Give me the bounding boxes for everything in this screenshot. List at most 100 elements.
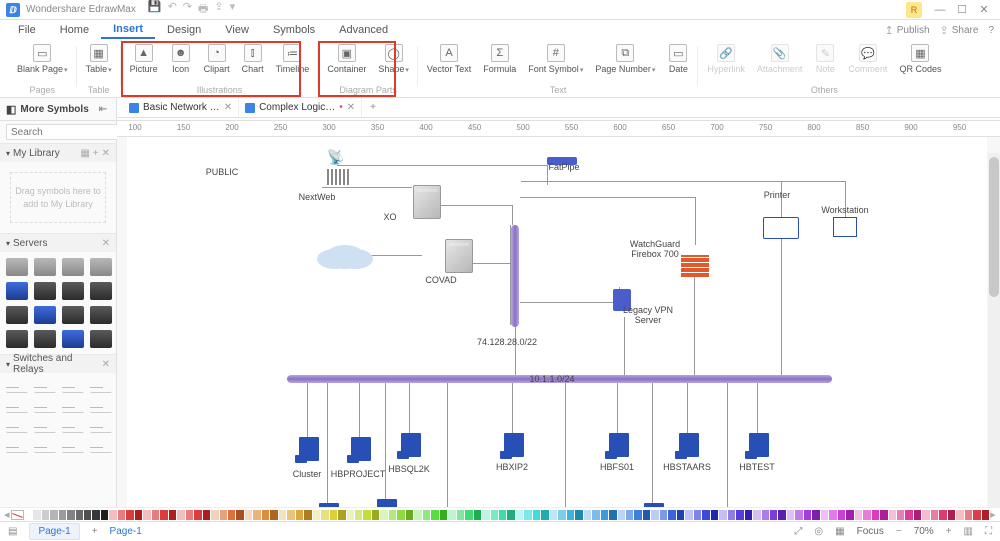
symbol-switch-7[interactable] [90,403,112,413]
color-swatch[interactable] [186,510,193,520]
color-swatch[interactable] [355,510,362,520]
color-swatch[interactable] [465,510,472,520]
color-swatch[interactable] [135,510,142,520]
chevron-down-icon[interactable]: ▾ [6,239,10,248]
color-swatch[interactable] [76,510,83,520]
color-swatch[interactable] [770,510,777,520]
icon-button[interactable]: ☻Icon [167,42,195,76]
symbol-switch-13[interactable] [34,443,56,453]
mylib-close-icon[interactable]: ✕ [102,148,110,159]
color-swatch[interactable] [728,510,735,520]
zoom-in-button[interactable]: + [946,526,952,537]
vertical-scrollbar[interactable] [988,153,1000,507]
color-swatch[interactable] [575,510,582,520]
color-swatch[interactable] [347,510,354,520]
qat-save-icon[interactable]: 💾 [148,0,162,19]
symbol-switch-3[interactable] [90,383,112,393]
symbol-switch-0[interactable] [6,383,28,393]
symbol-server-15[interactable] [90,330,112,348]
color-swatch[interactable] [160,510,167,520]
color-swatch[interactable] [897,510,904,520]
menu-item-symbols[interactable]: Symbols [261,22,327,38]
color-swatch[interactable] [601,510,608,520]
symbol-switch-2[interactable] [62,383,84,393]
doc-tab-0[interactable]: Basic Network …✕ [123,98,239,117]
color-swatch[interactable] [634,510,641,520]
color-swatch[interactable] [567,510,574,520]
color-swatch[interactable] [948,510,955,520]
symbol-server-13[interactable] [34,330,56,348]
table-button[interactable]: ▦Table▾ [83,42,115,76]
color-palette[interactable]: ◂ ▸ [0,507,1000,521]
color-swatch[interactable] [321,510,328,520]
symbol-server-9[interactable] [34,306,56,324]
color-swatch[interactable] [829,510,836,520]
doc-tab-close-icon[interactable]: ✕ [224,102,232,113]
page-tab[interactable]: Page-1 [29,523,79,540]
user-avatar[interactable]: R [906,2,922,18]
color-swatch[interactable] [33,510,40,520]
window-close-button[interactable]: ✕ [974,2,994,18]
color-swatch[interactable] [702,510,709,520]
color-swatch[interactable] [245,510,252,520]
color-swatch[interactable] [499,510,506,520]
color-swatch[interactable] [431,510,438,520]
color-swatch[interactable] [592,510,599,520]
color-swatch[interactable] [524,510,531,520]
color-swatch[interactable] [279,510,286,520]
color-swatch[interactable] [618,510,625,520]
symbol-server-1[interactable] [34,258,56,276]
color-swatch[interactable] [753,510,760,520]
symbol-switch-5[interactable] [34,403,56,413]
color-swatch[interactable] [507,510,514,520]
color-swatch[interactable] [25,510,32,520]
color-swatch[interactable] [889,510,896,520]
color-swatch[interactable] [236,510,243,520]
symbol-switch-14[interactable] [62,443,84,453]
color-swatch[interactable] [872,510,879,520]
color-swatch[interactable] [203,510,210,520]
target-icon[interactable]: ◎ [814,526,823,537]
color-swatch[interactable] [973,510,980,520]
color-swatch[interactable] [338,510,345,520]
color-swatch[interactable] [931,510,938,520]
vector-text-button[interactable]: AVector Text [424,42,474,76]
symbol-server-2[interactable] [62,258,84,276]
doc-tab-1[interactable]: Complex Logic…•✕ [239,98,362,117]
color-swatch[interactable] [152,510,159,520]
color-swatch[interactable] [380,510,387,520]
menu-item-insert[interactable]: Insert [101,21,155,39]
color-swatch[interactable] [101,510,108,520]
symbol-server-4[interactable] [6,282,28,300]
color-swatch[interactable] [296,510,303,520]
chart-button[interactable]: ⫾Chart [239,42,267,76]
color-swatch[interactable] [169,510,176,520]
color-swatch[interactable] [177,510,184,520]
color-swatch[interactable] [939,510,946,520]
qr-codes-button[interactable]: ▦QR Codes [896,42,944,76]
color-swatch[interactable] [482,510,489,520]
symbol-server-10[interactable] [62,306,84,324]
clipart-button[interactable]: ◔Clipart [201,42,233,76]
menu-item-design[interactable]: Design [155,22,213,38]
color-swatch[interactable] [516,510,523,520]
blank-page-button[interactable]: ▭Blank Page▾ [14,42,71,76]
color-swatch[interactable] [533,510,540,520]
symbol-switch-4[interactable] [6,403,28,413]
symbol-server-0[interactable] [6,258,28,276]
color-swatch[interactable] [253,510,260,520]
color-swatch[interactable] [448,510,455,520]
window-maximize-button[interactable]: ☐ [952,2,972,18]
palette-left-icon[interactable]: ◂ [4,508,10,521]
focus-label[interactable]: Focus [857,526,884,537]
color-swatch[interactable] [736,510,743,520]
page-number-button[interactable]: ⧉Page Number▾ [592,42,658,76]
color-swatch[interactable] [787,510,794,520]
color-swatch[interactable] [330,510,337,520]
help-button[interactable]: ? [988,25,994,36]
window-minimize-button[interactable]: — [930,2,950,18]
color-swatch[interactable] [956,510,963,520]
color-swatch[interactable] [914,510,921,520]
color-swatch[interactable] [270,510,277,520]
color-swatch[interactable] [694,510,701,520]
